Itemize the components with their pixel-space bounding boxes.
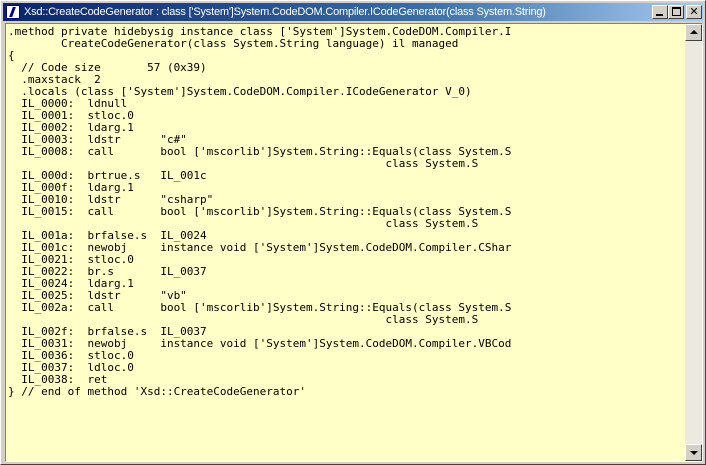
ildasm-method-window: Xsd::CreateCodeGenerator : class ['Syste… — [0, 0, 706, 465]
il-code-text: .method private hidebysig instance class… — [8, 26, 511, 398]
close-button[interactable]: ✕ — [686, 5, 702, 19]
maximize-icon — [672, 7, 681, 16]
vertical-scrollbar[interactable] — [685, 24, 702, 461]
ildasm-icon[interactable] — [6, 5, 20, 19]
maximize-button[interactable] — [668, 5, 684, 19]
close-icon: ✕ — [689, 5, 699, 18]
scroll-down-arrow-icon — [690, 451, 698, 455]
scroll-up-arrow-icon — [690, 30, 698, 34]
il-code-area[interactable]: .method private hidebysig instance class… — [6, 24, 685, 461]
code-line: CreateCodeGenerator(class System.String … — [8, 37, 459, 50]
title-bar[interactable]: Xsd::CreateCodeGenerator : class ['Syste… — [3, 3, 703, 21]
minimize-icon — [656, 14, 663, 16]
window-title: Xsd::CreateCodeGenerator : class ['Syste… — [24, 6, 546, 18]
disassembly-view: .method private hidebysig instance class… — [5, 23, 703, 462]
code-line: } // end of method 'Xsd::CreateCodeGener… — [8, 385, 307, 398]
scroll-up-button[interactable] — [685, 24, 702, 41]
minimize-button[interactable] — [652, 5, 668, 19]
scroll-down-button[interactable] — [685, 444, 702, 461]
